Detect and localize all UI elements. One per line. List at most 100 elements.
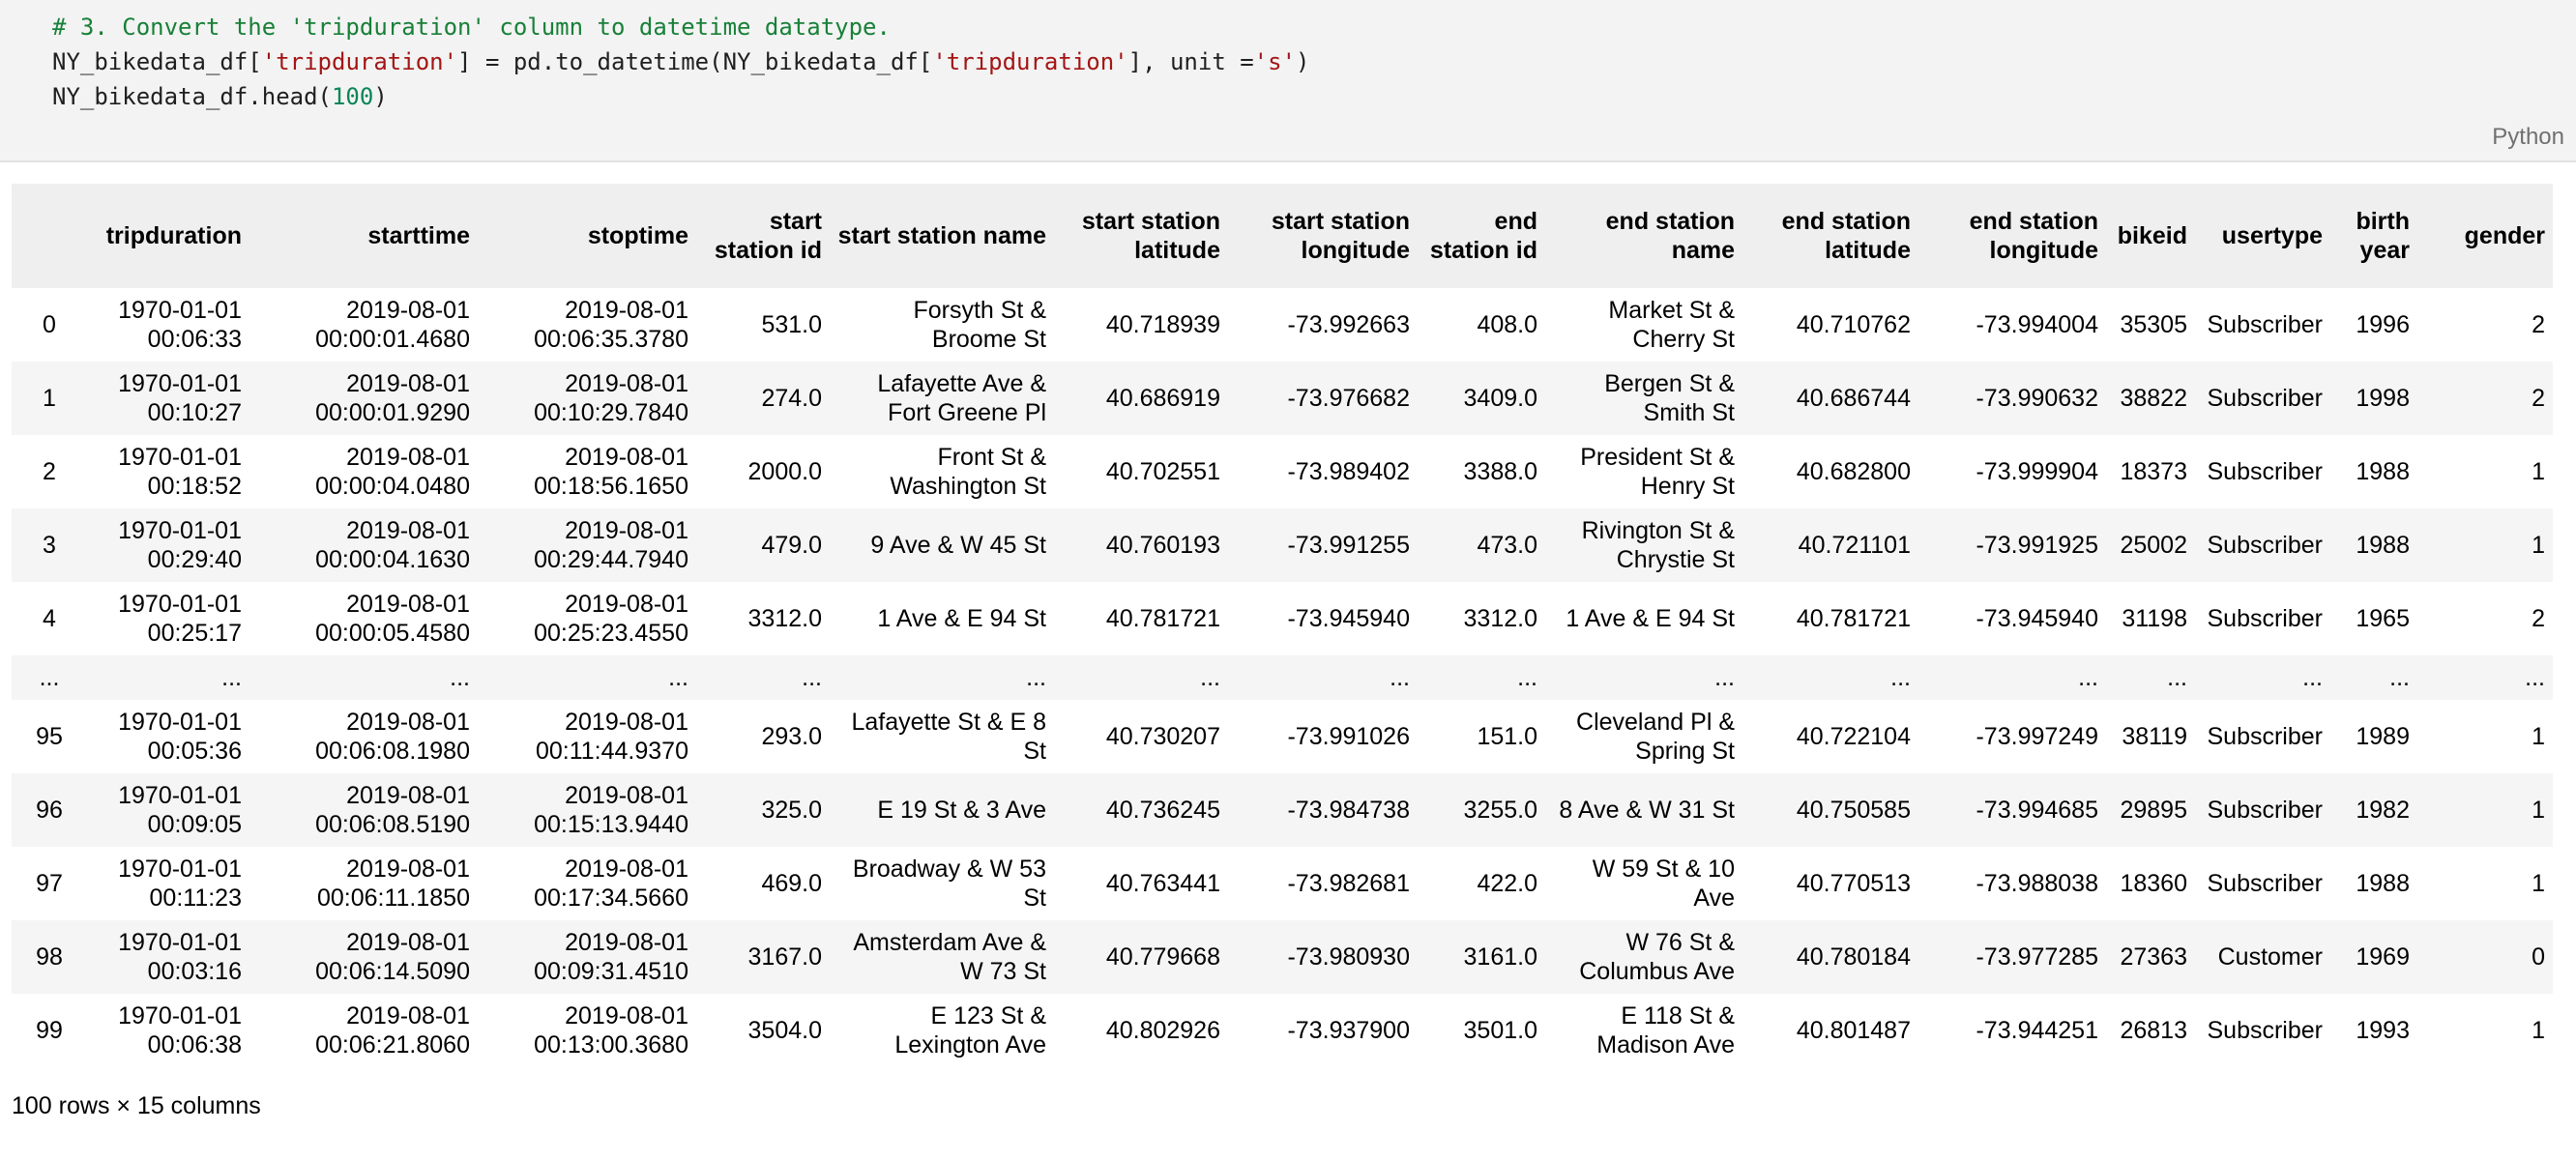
table-cell: 27363 — [2120, 943, 2187, 971]
table-cell: ... — [2078, 664, 2098, 691]
table-cell: -73.994004 — [1976, 311, 2098, 338]
table-cell: ... — [2167, 664, 2187, 691]
table-cell: 3388.0 — [1463, 458, 1537, 485]
table-cell: Subscriber — [2207, 797, 2324, 824]
table-cell: 3504.0 — [747, 1017, 822, 1044]
table-cell: Forsyth St & Broome St — [913, 297, 1046, 353]
column-header: end station latitude — [1781, 208, 1911, 264]
table-row: 0 1970-01-01 00:06:33 2019-08-01 00:00:01.… — [12, 288, 2553, 362]
table-cell: 2019-08-01 00:06:08.1980 — [315, 709, 470, 765]
table-cell: 2019-08-01 00:29:44.7940 — [534, 517, 688, 573]
row-index: 2 — [43, 458, 56, 485]
table-cell: 1970-01-01 00:03:16 — [118, 929, 242, 985]
table-cell: 1982 — [2356, 797, 2410, 824]
table-cell: ... — [802, 664, 822, 691]
table-cell: Cleveland Pl & Spring St — [1576, 709, 1735, 765]
column-header: end station id — [1429, 208, 1537, 264]
table-cell: 1970-01-01 00:18:52 — [118, 444, 242, 500]
table-cell: ... — [1517, 664, 1537, 691]
code-cell[interactable]: # 3. Convert the 'tripduration' column t… — [0, 0, 2576, 162]
table-cell: 151.0 — [1477, 723, 1537, 750]
table-cell: W 59 St & 10 Ave — [1592, 856, 1735, 912]
table-cell: -73.937900 — [1287, 1017, 1410, 1044]
row-index: 98 — [36, 943, 63, 971]
table-cell: 2019-08-01 00:06:35.3780 — [534, 297, 688, 353]
table-cell: 40.780184 — [1796, 943, 1911, 971]
table-cell: 1988 — [2356, 870, 2410, 897]
table-cell: 26813 — [2120, 1017, 2187, 1044]
table-cell: -73.976682 — [1287, 385, 1410, 412]
cell-language-label[interactable]: Python — [2492, 124, 2564, 151]
table-cell: 40.779668 — [1105, 943, 1220, 971]
code-line-2: NY_bikedata_df['tripduration'] = pd.to_d… — [52, 48, 1310, 75]
table-cell: -73.997249 — [1976, 723, 2098, 750]
table-cell: E 118 St & Madison Ave — [1596, 1002, 1735, 1058]
table-cell: Front St & Washington St — [890, 444, 1046, 500]
row-index: 97 — [36, 870, 63, 897]
table-cell: Customer — [2217, 943, 2323, 971]
table-cell: 2019-08-01 00:11:44.9370 — [535, 709, 688, 765]
table-cell: 40.722104 — [1796, 723, 1911, 750]
ellipsis-row: ........................................… — [12, 655, 2553, 700]
table-cell: 3409.0 — [1463, 385, 1537, 412]
table-cell: Subscriber — [2207, 723, 2324, 750]
table-cell: 31198 — [2122, 605, 2187, 632]
table-cell: ... — [2525, 664, 2545, 691]
table-cell: E 19 St & 3 Ave — [877, 797, 1046, 824]
row-index: 96 — [36, 797, 63, 824]
table-cell: 40.710762 — [1796, 311, 1911, 338]
table-cell: 29895 — [2120, 797, 2187, 824]
table-cell: -73.982681 — [1287, 870, 1410, 897]
table-cell: 2019-08-01 00:06:11.1850 — [316, 856, 470, 912]
table-cell: Market St & Cherry St — [1608, 297, 1735, 353]
table-cell: 3255.0 — [1463, 797, 1537, 824]
table-cell: -73.991925 — [1976, 532, 2098, 559]
table-cell: Subscriber — [2207, 605, 2324, 632]
table-cell: Lafayette Ave & Fort Greene Pl — [877, 370, 1046, 426]
table-cell: 1988 — [2356, 458, 2410, 485]
table-cell: 2019-08-01 00:15:13.9440 — [534, 782, 688, 838]
table-cell: Subscriber — [2207, 532, 2324, 559]
table-cell: -73.977285 — [1976, 943, 2098, 971]
table-cell: ... — [1714, 664, 1735, 691]
table-cell: 1970-01-01 00:06:33 — [118, 297, 242, 353]
column-header: end station name — [1605, 208, 1735, 264]
dataframe-output: tripduration starttime stoptime start stati… — [12, 184, 2553, 1067]
table-cell: 1998 — [2356, 385, 2410, 412]
table-cell: 293.0 — [761, 723, 822, 750]
row-index: ... — [39, 664, 60, 691]
table-row: 99 1970-01-01 00:06:38 2019-08-01 00:06:21… — [12, 994, 2553, 1067]
table-cell: 40.686744 — [1796, 385, 1911, 412]
table-cell: W 76 St & Columbus Ave — [1579, 929, 1735, 985]
table-row: 95 1970-01-01 00:05:36 2019-08-01 00:06:08… — [12, 700, 2553, 773]
table-cell: Subscriber — [2207, 311, 2324, 338]
table-cell: 40.721101 — [1798, 532, 1911, 559]
table-cell: 1988 — [2356, 532, 2410, 559]
table-cell: 40.682800 — [1796, 458, 1911, 485]
row-index: 99 — [36, 1017, 63, 1044]
table-row: 3 1970-01-01 00:29:40 2019-08-01 00:00:04.… — [12, 508, 2553, 582]
table-cell: 1970-01-01 00:10:27 — [118, 370, 242, 426]
table-cell: 40.760193 — [1105, 532, 1220, 559]
table-cell: 3501.0 — [1463, 1017, 1537, 1044]
column-header: birth year — [2356, 208, 2410, 264]
table-cell: 2019-08-01 00:00:01.9290 — [315, 370, 470, 426]
table-cell: 3161.0 — [1463, 943, 1537, 971]
table-cell: 1970-01-01 00:11:23 — [118, 856, 242, 912]
column-header — [12, 184, 87, 288]
table-cell: 3312.0 — [1463, 605, 1537, 632]
table-cell: -73.999904 — [1976, 458, 2098, 485]
table-cell: -73.994685 — [1976, 797, 2098, 824]
column-header: usertype — [2221, 222, 2323, 249]
table-cell: 2019-08-01 00:10:29.7840 — [534, 370, 688, 426]
table-cell: -73.991255 — [1287, 532, 1410, 559]
code-editor[interactable]: # 3. Convert the 'tripduration' column t… — [52, 10, 1309, 114]
table-cell: 1 — [2532, 870, 2545, 897]
row-index: 3 — [43, 532, 56, 559]
column-header: gender — [2464, 222, 2545, 249]
table-cell: 40.763441 — [1105, 870, 1220, 897]
table-header-row: tripduration starttime stoptime start stati… — [12, 184, 2553, 288]
table-cell: 1993 — [2356, 1017, 2410, 1044]
table-cell: 1970-01-01 00:09:05 — [118, 782, 242, 838]
table-cell: 1989 — [2356, 723, 2410, 750]
